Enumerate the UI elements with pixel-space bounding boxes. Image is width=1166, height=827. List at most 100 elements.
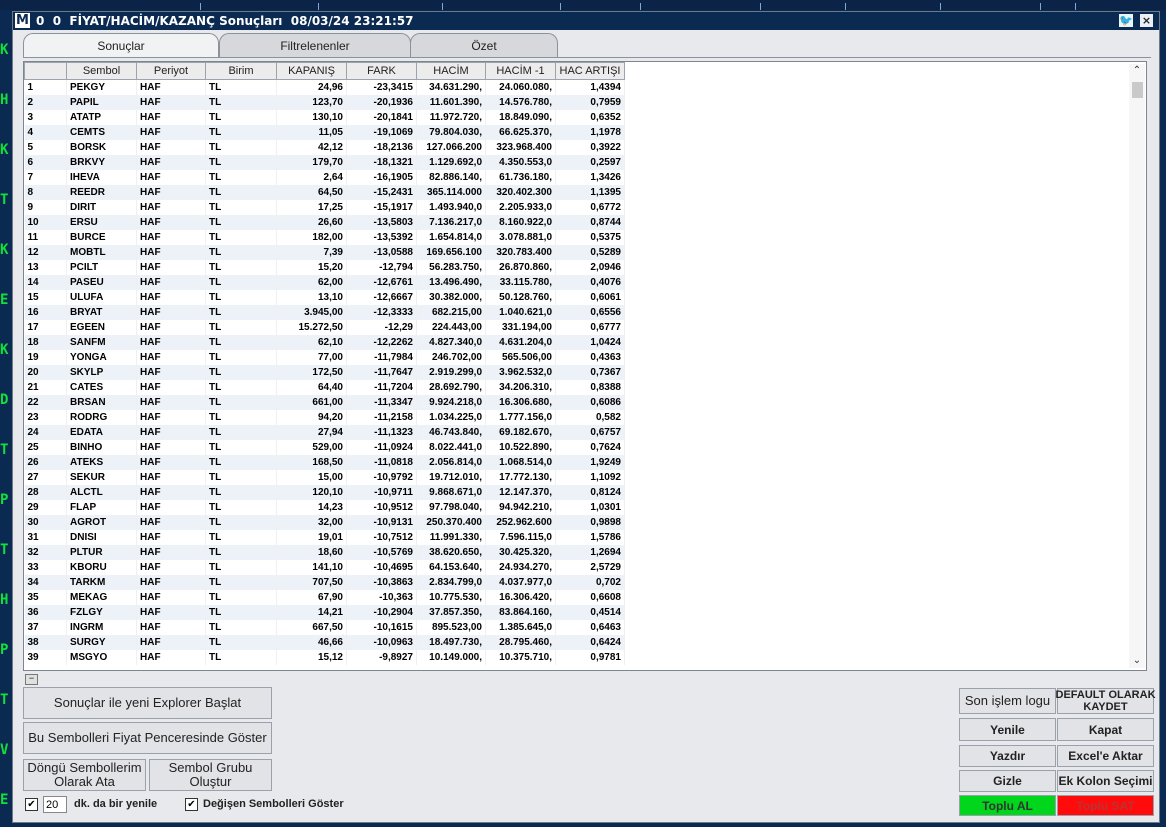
vertical-scrollbar[interactable]: ⌃ ⌄ (1129, 64, 1145, 668)
table-cell: -10,9131 (346, 515, 417, 530)
table-cell: 1,0424 (555, 335, 625, 350)
refresh-checkbox[interactable]: ✔ (25, 798, 38, 811)
scroll-down-icon[interactable]: ⌄ (1129, 654, 1145, 668)
hide-button[interactable]: Gizle (959, 770, 1056, 792)
create-symbol-group-button[interactable]: Sembol Grubu Oluştur (149, 759, 272, 791)
scroll-up-icon[interactable]: ⌃ (1129, 64, 1145, 78)
table-cell: 46.743.840, (416, 425, 486, 440)
table-row[interactable]: 10 ERSU HAF TL 26,60 -13,5803 7.136.217,0 8.160… (24, 215, 625, 230)
export-excel-button[interactable]: Excel'e Aktar (1057, 745, 1154, 767)
table-cell: 1.777.156,0 (485, 410, 556, 425)
table-row[interactable]: 27 SEKUR HAF TL 15,00 -10,9792 19.712.010, 17.7… (24, 470, 625, 485)
table-row[interactable]: 16 BRYAT HAF TL 3.945,00 -12,3333 682.215,00 1.… (24, 305, 625, 320)
table-row[interactable]: 30 AGROT HAF TL 32,00 -10,9131 250.370.400 252.… (24, 515, 625, 530)
tab-summary[interactable]: Özet (410, 33, 558, 57)
bulk-buy-button[interactable]: Toplu AL (959, 795, 1056, 816)
column-header[interactable]: HACİM (416, 62, 486, 80)
table-cell: TL (205, 410, 277, 425)
start-explorer-button[interactable]: Sonuçlar ile yeni Explorer Başlat (23, 687, 272, 719)
table-row[interactable]: 26 ATEKS HAF TL 168,50 -11,0818 2.056.814,0 1.0… (24, 455, 625, 470)
table-cell: HAF (136, 350, 206, 365)
column-header[interactable]: KAPANIŞ (276, 62, 347, 80)
table-row[interactable]: 18 SANFM HAF TL 62,10 -12,2262 4.827.340,0 4.63… (24, 335, 625, 350)
table-row[interactable]: 17 EGEEN HAF TL 15.272,50 -12,29 224.443,00 331… (24, 320, 625, 335)
column-header[interactable]: Birim (205, 62, 277, 80)
table-row[interactable]: 9 DIRIT HAF TL 17,25 -15,1917 1.493.940,0 2.205… (24, 200, 625, 215)
table-row[interactable]: 12 MOBTL HAF TL 7,39 -13,0588 169.656.100 320.7… (24, 245, 625, 260)
print-button[interactable]: Yazdır (959, 745, 1056, 767)
tab-filtered[interactable]: Filtrelenenler (219, 33, 411, 57)
table-cell: MSGYO (66, 650, 137, 665)
side-letter: T (0, 692, 9, 708)
table-row[interactable]: 39 MSGYO HAF TL 15,12 -9,8927 10.149.000, 10.37… (24, 650, 625, 665)
tab-bar: Sonuçlar Filtrelenenler Özet (23, 33, 563, 58)
table-row[interactable]: 24 EDATA HAF TL 27,94 -11,1323 46.743.840, 69.1… (24, 425, 625, 440)
table-row[interactable]: 34 TARKM HAF TL 707,50 -10,3863 2.834.799,0 4.0… (24, 575, 625, 590)
table-cell: 7.596.115,0 (485, 530, 556, 545)
table-row[interactable]: 5 BORSK HAF TL 42,12 -18,2136 127.066.200 323.9… (24, 140, 625, 155)
table-row[interactable]: 6 BRKVY HAF TL 179,70 -18,1321 1.129.692,0 4.35… (24, 155, 625, 170)
table-row[interactable]: 23 RODRG HAF TL 94,20 -11,2158 1.034.225,0 1.77… (24, 410, 625, 425)
column-header[interactable]: HACİM -1 (485, 62, 556, 80)
tab-results[interactable]: Sonuçlar (23, 33, 219, 58)
table-row[interactable]: 21 CATES HAF TL 64,40 -11,7204 28.692.790, 34.2… (24, 380, 625, 395)
table-cell: -18,1321 (346, 155, 417, 170)
table-cell: TL (205, 260, 277, 275)
table-row[interactable]: 13 PCILT HAF TL 15,20 -12,794 56.283.750, 26.87… (24, 260, 625, 275)
column-header[interactable]: HAC ARTIŞI (555, 62, 625, 80)
column-header[interactable]: FARK (346, 62, 417, 80)
extra-columns-button[interactable]: Ek Kolon Seçimi (1057, 770, 1154, 792)
table-row[interactable]: 7 IHEVA HAF TL 2,64 -16,1905 82.886.140, 61.736… (24, 170, 625, 185)
table-cell: 34.631.290, (416, 79, 486, 95)
table-row[interactable]: 14 PASEU HAF TL 62,00 -12,6761 13.496.490, 33.1… (24, 275, 625, 290)
show-changed-checkbox[interactable]: ✔ (185, 798, 198, 811)
table-cell: 56.283.750, (416, 260, 486, 275)
column-header[interactable]: Sembol (66, 62, 137, 80)
table-cell: IHEVA (66, 170, 137, 185)
table-row[interactable]: 36 FZLGY HAF TL 14,21 -10,2904 37.857.350, 83.8… (24, 605, 625, 620)
table-row[interactable]: 31 DNISI HAF TL 19,01 -10,7512 11.991.330, 7.59… (24, 530, 625, 545)
side-letter: K (0, 342, 9, 358)
last-log-button[interactable]: Son işlem logu (959, 688, 1056, 714)
table-cell: DIRIT (66, 200, 137, 215)
twitter-icon[interactable]: 🐦 (1119, 14, 1133, 27)
close-button[interactable]: Kapat (1057, 718, 1154, 741)
column-header[interactable]: Periyot (136, 62, 206, 80)
table-row[interactable]: 33 KBORU HAF TL 141,10 -10,4695 64.153.640, 24.… (24, 560, 625, 575)
table-cell: CEMTS (66, 125, 137, 140)
table-row[interactable]: 19 YONGA HAF TL 77,00 -11,7984 246.702,00 565.5… (24, 350, 625, 365)
bulk-sell-button[interactable]: Toplu SAT (1057, 795, 1154, 816)
table-cell: 323.968.400 (485, 140, 556, 155)
table-row[interactable]: 11 BURCE HAF TL 182,00 -13,5392 1.654.814,0 3.0… (24, 230, 625, 245)
assign-loop-symbols-button[interactable]: Döngü Sembollerim Olarak Ata (23, 759, 146, 791)
table-row[interactable]: 38 SURGY HAF TL 46,66 -10,0963 18.497.730, 28.7… (24, 635, 625, 650)
table-row[interactable]: 32 PLTUR HAF TL 18,60 -10,5769 38.620.650, 30.4… (24, 545, 625, 560)
table-cell: TL (205, 515, 277, 530)
table-row[interactable]: 2 PAPIL HAF TL 123,70 -20,1936 11.601.390, 14.5… (24, 95, 625, 110)
column-header[interactable] (24, 62, 67, 80)
table-cell: 1,2694 (555, 545, 625, 560)
table-cell: -10,5769 (346, 545, 417, 560)
table-row[interactable]: 4 CEMTS HAF TL 11,05 -19,1069 79.804.030, 66.62… (24, 125, 625, 140)
results-grid[interactable]: Sembol Periyot Birim KAPANIŞ FARK HACİM HACİM … (23, 61, 1147, 671)
table-row[interactable]: 15 ULUFA HAF TL 13,10 -12,6667 30.382.000, 50.1… (24, 290, 625, 305)
close-icon[interactable]: × (1140, 14, 1153, 27)
table-cell: 16.306.420, (485, 590, 556, 605)
scroll-thumb[interactable] (1132, 82, 1143, 98)
table-row[interactable]: 20 SKYLP HAF TL 172,50 -11,7647 2.919.299,0 3.9… (24, 365, 625, 380)
refresh-button[interactable]: Yenile (959, 718, 1056, 741)
table-row[interactable]: 25 BINHO HAF TL 529,00 -11,0924 8.022.441,0 10.… (24, 440, 625, 455)
save-default-button[interactable]: DEFAULT OLARAK KAYDET (1056, 688, 1156, 714)
table-row[interactable]: 37 INGRM HAF TL 667,50 -10,1615 895.523,00 1.38… (24, 620, 625, 635)
table-row[interactable]: 1 PEKGY HAF TL 24,96 -23,3415 34.631.290, 24.06… (24, 79, 625, 95)
table-row[interactable]: 28 ALCTL HAF TL 120,10 -10,9711 9.868.671,0 12.… (24, 485, 625, 500)
show-in-price-window-button[interactable]: Bu Sembolleri Fiyat Penceresinde Göster (23, 722, 272, 754)
table-row[interactable]: 35 MEKAG HAF TL 67,90 -10,363 10.775.530, 16.30… (24, 590, 625, 605)
table-row[interactable]: 29 FLAP HAF TL 14,23 -10,9512 97.798.040, 94.94… (24, 500, 625, 515)
table-row[interactable]: 8 REEDR HAF TL 64,50 -15,2431 365.114.000 320.4… (24, 185, 625, 200)
table-cell: HAF (136, 410, 206, 425)
refresh-minutes-input[interactable]: 20 (43, 796, 67, 813)
table-row[interactable]: 3 ATATP HAF TL 130,10 -20,1841 11.972.720, 18.8… (24, 110, 625, 125)
collapse-icon[interactable]: − (25, 674, 38, 685)
table-row[interactable]: 22 BRSAN HAF TL 661,00 -11,3347 9.924.218,0 16.… (24, 395, 625, 410)
